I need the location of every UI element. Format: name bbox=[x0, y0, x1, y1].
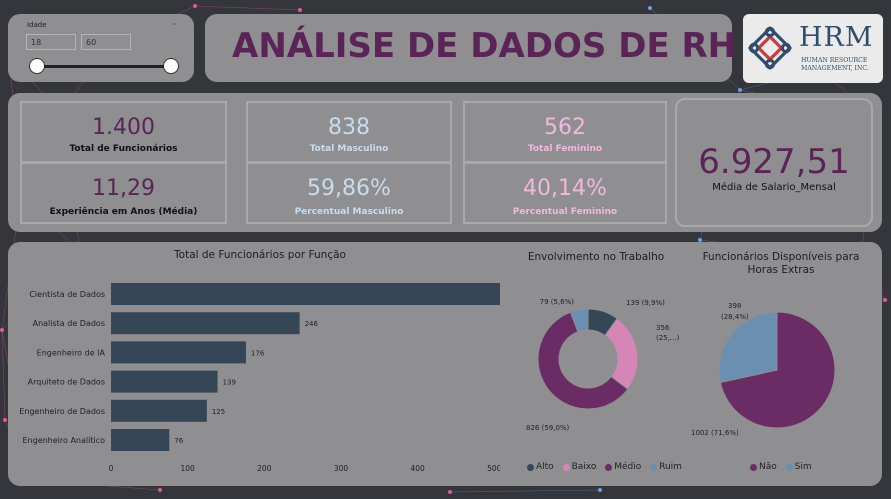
title-panel: ANÁLISE DE DADOS DE RH bbox=[205, 14, 736, 82]
bar-data-label: 139 bbox=[223, 379, 236, 387]
x-tick-label: 200 bbox=[257, 464, 272, 473]
kpi-experiencia-value: 11,29 bbox=[92, 176, 155, 201]
legend-label-medio: Médio bbox=[614, 462, 642, 472]
bar-3 bbox=[111, 341, 246, 364]
logo-subtext-1: HUMAN RESOURCE bbox=[801, 57, 868, 64]
donut-data-label: 139 (9,9%) bbox=[626, 299, 665, 307]
donut-data-label: 79 (5,6%) bbox=[540, 298, 575, 306]
bar-category-label: Engenheiro Analítico bbox=[22, 436, 105, 445]
kpi-total-feminino: 562 Total Feminino bbox=[463, 101, 667, 163]
age-filter-panel: Idade ⌄ 18 60 bbox=[8, 14, 194, 82]
x-tick-label: 0 bbox=[109, 464, 114, 473]
logo-text: HRM bbox=[799, 22, 874, 53]
kpi-percentual-feminino-label: Percentual Feminino bbox=[512, 207, 618, 217]
kpi-percentual-feminino-value: 40,14% bbox=[523, 176, 607, 201]
age-min-input[interactable]: 18 bbox=[26, 34, 76, 50]
bar-category-label: Arquiteto de Dados bbox=[28, 378, 105, 387]
network-node bbox=[298, 8, 302, 12]
bar-data-label: 76 bbox=[174, 437, 183, 445]
kpi-percentual-feminino: 40,14% Percentual Feminino bbox=[463, 162, 667, 224]
pie-chart-title-line-2: Horas Extras bbox=[747, 264, 815, 276]
donut-data-label: 356 bbox=[656, 324, 670, 332]
x-tick-label: 300 bbox=[334, 464, 349, 473]
network-node bbox=[738, 88, 742, 92]
donut-data-label: 826 (59,0%) bbox=[526, 424, 570, 432]
kpi-percentual-masculino-label: Percentual Masculino bbox=[294, 207, 404, 217]
legend-dot-nao bbox=[750, 463, 757, 471]
legend-dot-ruim bbox=[650, 463, 658, 471]
kpi-percentual-masculino: 59,86% Percentual Masculino bbox=[246, 162, 452, 224]
bar-1 bbox=[111, 283, 500, 305]
kpi-media-salario-value: 6.927,51 bbox=[698, 142, 850, 182]
age-max-input[interactable]: 60 bbox=[81, 34, 131, 50]
kpi-media-salario: 6.927,51 Média de Salario_Mensal bbox=[675, 98, 873, 227]
bar-chart-title: Total de Funcionários por Função bbox=[174, 249, 346, 261]
x-tick-label: 500 bbox=[487, 464, 500, 473]
donut-chart-title: Envolvimento no Trabalho bbox=[527, 251, 665, 263]
age-slider-max-handle[interactable] bbox=[163, 58, 179, 74]
kpi-total-funcionarios: 1.400 Total de Funcionários bbox=[20, 101, 227, 163]
network-node bbox=[0, 328, 4, 332]
network-node bbox=[883, 298, 887, 302]
legend-label-nao: Não bbox=[759, 462, 777, 472]
bar-data-label: 125 bbox=[212, 408, 225, 416]
donut-data-label: (25,...) bbox=[656, 334, 680, 342]
network-node bbox=[648, 6, 652, 10]
pie-chart-title-line-1: Funcionários Disponíveis para bbox=[702, 251, 860, 263]
network-node bbox=[598, 488, 602, 492]
hrm-emblem-icon bbox=[747, 25, 793, 71]
kpi-total-masculino: 838 Total Masculino bbox=[246, 101, 452, 163]
kpi-total-funcionarios-label: Total de Funcionários bbox=[69, 144, 178, 154]
age-filter-label: Idade bbox=[27, 21, 47, 29]
pie-chart-horas-extras: 1002 (71,6%) 398 (28,4%) bbox=[691, 302, 836, 437]
kpi-total-funcionarios-value: 1.400 bbox=[92, 115, 155, 140]
legend-label-alto: Alto bbox=[536, 462, 554, 472]
kpi-total-masculino-label: Total Masculino bbox=[309, 144, 389, 154]
kpi-experiencia: 11,29 Experiência em Anos (Média) bbox=[20, 162, 227, 224]
legend-dot-sim bbox=[785, 463, 793, 471]
legend-label-sim: Sim bbox=[794, 462, 812, 472]
company-logo: HRM HUMAN RESOURCE MANAGEMENT, INC. bbox=[743, 14, 883, 83]
legend-dot-alto bbox=[527, 463, 534, 471]
bar-data-label: 176 bbox=[251, 349, 265, 357]
network-node bbox=[193, 4, 197, 8]
x-tick-label: 400 bbox=[411, 464, 426, 473]
age-slider-track[interactable] bbox=[37, 65, 171, 68]
kpi-total-feminino-value: 562 bbox=[544, 115, 586, 140]
chevron-down-icon[interactable]: ⌄ bbox=[171, 18, 178, 27]
x-tick-label: 100 bbox=[181, 464, 196, 473]
page-title: ANÁLISE DE DADOS DE RH bbox=[232, 26, 737, 66]
age-slider-min-handle[interactable] bbox=[29, 58, 45, 74]
donut-chart-legend: Alto Baixo Médio Ruim bbox=[527, 462, 688, 473]
kpi-total-feminino-label: Total Feminino bbox=[527, 144, 603, 154]
legend-label-baixo: Baixo bbox=[571, 462, 597, 472]
kpi-experiencia-label: Experiência em Anos (Média) bbox=[49, 207, 198, 217]
kpi-total-masculino-value: 838 bbox=[328, 115, 370, 140]
bar-category-label: Cientista de Dados bbox=[29, 290, 105, 299]
network-node bbox=[3, 418, 7, 422]
logo-subtext-2: MANAGEMENT, INC. bbox=[801, 65, 869, 72]
bar-4 bbox=[111, 370, 218, 393]
kpi-media-salario-label: Média de Salario_Mensal bbox=[712, 182, 836, 193]
pie-data-label: 398 bbox=[728, 302, 741, 310]
legend-dot-baixo bbox=[562, 463, 570, 471]
bar-chart-funcionarios-por-funcao: Cientista de Dados638Analista de Dados24… bbox=[19, 283, 500, 473]
legend-dot-medio bbox=[605, 463, 613, 471]
pie-data-label: (28,4%) bbox=[721, 313, 749, 321]
bar-5 bbox=[111, 399, 207, 422]
donut-chart-envolvimento: 139 (9,9%) 356 (25,...) 826 (59,0%) 79 (5,6%… bbox=[526, 298, 680, 432]
bar-category-label: Analista de Dados bbox=[33, 319, 105, 328]
bar-category-label: Engenheiro de Dados bbox=[19, 407, 105, 416]
bar-2 bbox=[111, 312, 300, 335]
legend-label-ruim: Ruim bbox=[659, 462, 682, 472]
pie-chart-legend: Não Sim bbox=[750, 462, 818, 473]
pie-data-label: 1002 (71,6%) bbox=[691, 429, 739, 437]
bar-category-label: Engenheiro de IA bbox=[37, 348, 106, 357]
kpi-percentual-masculino-value: 59,86% bbox=[307, 176, 391, 201]
network-line bbox=[194, 5, 301, 11]
bar-6 bbox=[111, 429, 170, 451]
pie-slice-sim bbox=[718, 311, 778, 383]
bar-data-label: 246 bbox=[305, 320, 319, 328]
